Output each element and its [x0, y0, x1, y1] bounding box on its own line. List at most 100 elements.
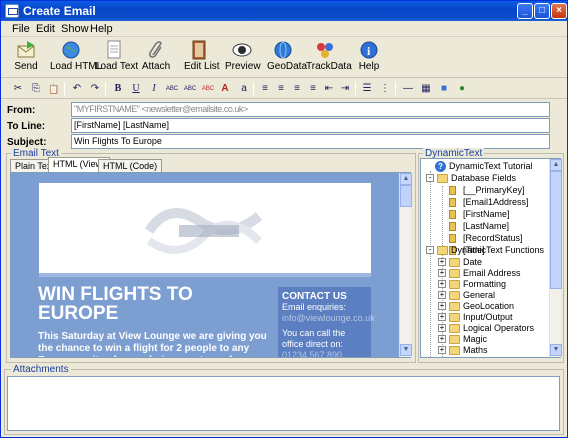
- book-icon: [189, 40, 209, 60]
- scroll-up-arrow[interactable]: ▲: [400, 173, 412, 185]
- attach-button[interactable]: Attach: [141, 40, 171, 76]
- expand-icon[interactable]: +: [438, 313, 446, 321]
- expand-icon[interactable]: +: [438, 346, 446, 354]
- geodata-button[interactable]: GeoData: [267, 40, 307, 76]
- menu-show[interactable]: Show: [61, 23, 89, 35]
- load-text-button[interactable]: Load Text: [95, 40, 138, 76]
- subscript-button[interactable]: ABC: [199, 82, 217, 96]
- redo-icon[interactable]: ↷: [88, 82, 102, 96]
- attachments-list[interactable]: [7, 376, 560, 431]
- expand-icon[interactable]: +: [438, 302, 446, 310]
- edit-list-button[interactable]: Edit List: [184, 40, 220, 76]
- expand-icon[interactable]: +: [438, 269, 446, 277]
- numbered-list-icon[interactable]: ⋮: [378, 82, 392, 96]
- bold-button[interactable]: B: [111, 82, 125, 96]
- horizontal-rule-icon[interactable]: —: [401, 82, 415, 96]
- strikethrough-button[interactable]: ABC: [163, 82, 181, 96]
- to-field[interactable]: [FirstName] [LastName]: [71, 118, 550, 133]
- folder-icon: [437, 246, 448, 255]
- key-icon: [449, 186, 456, 195]
- link-icon[interactable]: ●: [455, 82, 469, 96]
- indent-icon[interactable]: ⇥: [338, 82, 352, 96]
- title-bar[interactable]: Create Email _ □ ×: [1, 1, 567, 21]
- contact-email: info@viewlounge.co.uk: [282, 313, 375, 323]
- eye-icon: [232, 40, 252, 60]
- scroll-thumb[interactable]: [400, 185, 412, 207]
- preview-scrollbar[interactable]: ▲ ▼: [399, 173, 412, 357]
- paste-icon[interactable]: 📋: [47, 82, 61, 96]
- underline-button[interactable]: U: [129, 82, 143, 96]
- from-label: From:: [7, 105, 36, 116]
- trackdata-button[interactable]: TrackData: [306, 40, 352, 76]
- to-label: To Line:: [7, 121, 46, 132]
- key-icon: [449, 222, 456, 231]
- minimize-button[interactable]: _: [517, 3, 533, 19]
- justify-icon[interactable]: ≡: [306, 82, 320, 96]
- toolbar-separator: [105, 82, 106, 96]
- window-title: Create Email: [23, 4, 96, 18]
- expand-icon[interactable]: +: [438, 291, 446, 299]
- folder-icon: [449, 302, 460, 311]
- subject-label: Subject:: [7, 137, 47, 148]
- close-button[interactable]: ×: [551, 3, 567, 19]
- expand-icon[interactable]: +: [438, 335, 446, 343]
- tab-html-code[interactable]: HTML (Code): [98, 159, 163, 173]
- italic-button[interactable]: I: [147, 82, 161, 96]
- send-button[interactable]: Send: [10, 40, 42, 76]
- collapse-icon[interactable]: -: [426, 246, 434, 254]
- expand-icon[interactable]: +: [438, 258, 446, 266]
- key-icon: [449, 234, 456, 243]
- contact-title: CONTACT US: [282, 291, 347, 302]
- expand-icon[interactable]: +: [438, 324, 446, 332]
- scroll-down-arrow[interactable]: ▼: [550, 344, 562, 356]
- folder-icon: [449, 269, 460, 278]
- bullet-list-icon[interactable]: ☰: [360, 82, 374, 96]
- main-toolbar: Send Load HTML Load Text Attach Edit Lis…: [1, 38, 567, 78]
- menu-bar: File Edit Show Help: [1, 21, 567, 37]
- contact-phone: 01234 567 890: [282, 350, 343, 358]
- dynamictext-tree[interactable]: ? DynamicText Tutorial - Database Fields […: [420, 158, 561, 358]
- align-left-icon[interactable]: ≡: [258, 82, 272, 96]
- menu-help[interactable]: Help: [90, 23, 113, 35]
- outdent-icon[interactable]: ⇤: [322, 82, 336, 96]
- scroll-down-arrow[interactable]: ▼: [400, 344, 412, 356]
- folder-icon: [437, 174, 448, 183]
- image-icon[interactable]: ■: [437, 82, 451, 96]
- menu-file[interactable]: File: [12, 23, 30, 35]
- superscript-button[interactable]: ABC: [181, 82, 199, 96]
- folder-icon: [449, 335, 460, 344]
- folder-icon: [449, 324, 460, 333]
- help-button[interactable]: i Help: [357, 40, 381, 76]
- align-center-icon[interactable]: ≡: [274, 82, 288, 96]
- folder-icon: [449, 357, 460, 358]
- preview-button[interactable]: Preview: [225, 40, 261, 76]
- html-preview[interactable]: WIN FLIGHTS TO EUROPE This Saturday at V…: [10, 172, 411, 358]
- folder-icon: [449, 346, 460, 355]
- contact-box: CONTACT US Email enquiries: info@viewlou…: [278, 287, 375, 358]
- align-right-icon[interactable]: ≡: [290, 82, 304, 96]
- undo-icon[interactable]: ↶: [70, 82, 84, 96]
- collapse-icon[interactable]: -: [426, 174, 434, 182]
- scroll-up-arrow[interactable]: ▲: [550, 159, 562, 171]
- from-field[interactable]: "MYFIRSTNAME" <newsletter@emailsite.co.u…: [71, 102, 550, 117]
- scroll-thumb[interactable]: [550, 171, 562, 289]
- info-icon: i: [359, 40, 379, 60]
- folder-icon: [449, 280, 460, 289]
- expand-icon[interactable]: +: [440, 357, 445, 358]
- logo-image: [144, 208, 263, 254]
- cut-icon[interactable]: ✂: [11, 82, 25, 96]
- toolbar-separator: [64, 82, 65, 96]
- menu-edit[interactable]: Edit: [36, 23, 55, 35]
- font-size-icon[interactable]: a: [237, 82, 251, 96]
- load-html-button[interactable]: Load HTML: [50, 40, 102, 76]
- maximize-button[interactable]: □: [534, 3, 550, 19]
- folder-icon: [449, 313, 460, 322]
- tree-scrollbar[interactable]: ▲ ▼: [549, 159, 562, 357]
- document-icon: [104, 40, 124, 60]
- font-color-button[interactable]: A: [218, 82, 232, 96]
- subject-field[interactable]: Win Flights To Europe: [71, 134, 550, 149]
- copy-icon[interactable]: ⎘: [29, 82, 43, 96]
- contact-email-label: Email enquiries:: [282, 302, 347, 312]
- table-icon[interactable]: ▦: [419, 82, 433, 96]
- expand-icon[interactable]: +: [438, 280, 446, 288]
